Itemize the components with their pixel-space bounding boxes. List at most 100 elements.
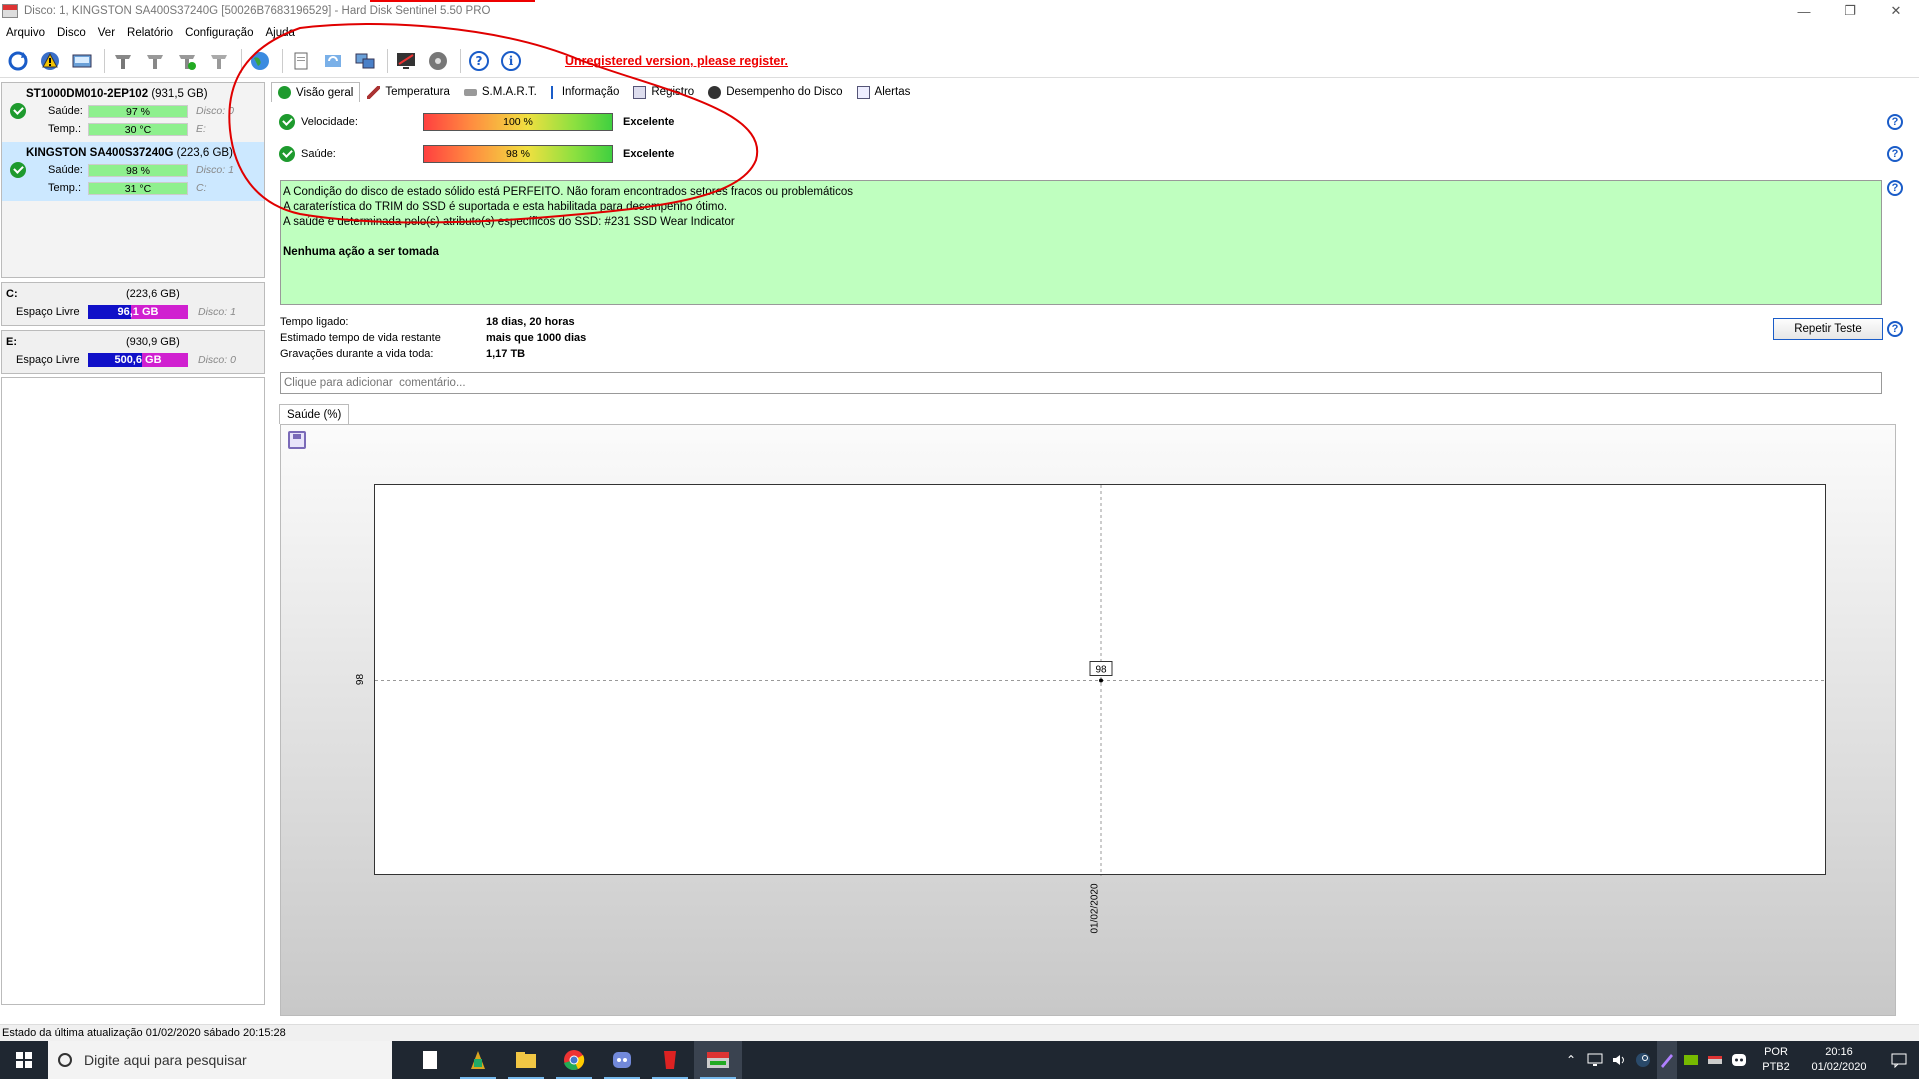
tab-smart[interactable]: S.M.A.R.T. — [457, 82, 544, 102]
menu-ajuda[interactable]: Ajuda — [259, 27, 300, 39]
chart-y-tick-label: 98 — [355, 673, 367, 685]
disk-name: ST1000DM010-2EP102 — [26, 88, 149, 100]
tray-volume-icon[interactable] — [1609, 1041, 1629, 1079]
taskbar-explorer-icon[interactable] — [502, 1041, 550, 1079]
free-space-value: 96,1 GB — [117, 306, 159, 318]
power-on-label: Tempo ligado: — [280, 316, 349, 328]
save-icon[interactable] — [288, 431, 306, 449]
health-chart-area: 98 98 01/02/2020 — [280, 424, 1896, 1016]
report-icon[interactable] — [68, 47, 96, 75]
document-icon[interactable] — [287, 47, 315, 75]
volume-c[interactable]: C: (223,6 GB) Espaço Livre 96,1 GB Disco… — [1, 282, 265, 326]
alert-icon[interactable] — [36, 47, 64, 75]
close-button[interactable]: ✕ — [1873, 0, 1919, 22]
disk-name: KINGSTON SA400S37240G — [26, 147, 174, 159]
menu-bar: Arquivo Disco Ver Relatório Configuração… — [0, 22, 1919, 44]
left-panel-empty — [1, 377, 265, 1005]
disk-card-1[interactable]: KINGSTON SA400S37240G (223,6 GB) Saúde: … — [2, 142, 264, 201]
volume-e[interactable]: E: (930,9 GB) Espaço Livre 500,6 GB Disc… — [1, 330, 265, 374]
menu-disco[interactable]: Disco — [51, 27, 92, 39]
tray-clock[interactable]: 20:16 01/02/2020 — [1799, 1045, 1879, 1075]
disk-size: (931,5 GB) — [151, 88, 208, 100]
writes-value: 1,17 TB — [486, 348, 526, 360]
disk-speed-icon[interactable] — [424, 47, 452, 75]
tab-informacao[interactable]: Informação — [544, 82, 627, 102]
writes-label: Gravações durante a vida toda: — [280, 348, 434, 360]
temp-label: Temp.: — [48, 123, 82, 135]
volume-size: (930,9 GB) — [126, 336, 180, 348]
report-help-icon[interactable]: ? — [1887, 180, 1903, 196]
windows-start-icon[interactable] — [0, 1041, 48, 1079]
disk-tool-1-icon[interactable] — [109, 47, 137, 75]
tray-steam-icon[interactable] — [1633, 1041, 1653, 1079]
health-bar: 98 % — [88, 163, 188, 177]
health-chart: 98 — [374, 484, 1827, 876]
tab-visao-geral[interactable]: Visão geral — [271, 82, 361, 102]
menu-ver[interactable]: Ver — [92, 27, 121, 39]
health-help-icon[interactable]: ? — [1887, 146, 1903, 162]
tray-nvidia-icon[interactable] — [1681, 1041, 1701, 1079]
check-icon — [278, 86, 291, 99]
taskbar-kingston-icon[interactable] — [646, 1041, 694, 1079]
taskbar-search-input[interactable]: Digite aqui para pesquisar — [48, 1041, 392, 1079]
tab-alertas[interactable]: Alertas — [850, 82, 918, 102]
notifications-icon[interactable] — [1879, 1041, 1919, 1079]
register-link[interactable]: Unregistered version, please register. — [565, 54, 788, 68]
search-placeholder: Digite aqui para pesquisar — [84, 1052, 247, 1068]
disk-tool-4-icon[interactable] — [205, 47, 233, 75]
tray-language[interactable]: POR PTB2 — [1753, 1045, 1799, 1075]
info-icon[interactable]: i — [497, 47, 525, 75]
tray-pen-icon[interactable] — [1657, 1041, 1677, 1079]
menu-relatorio[interactable]: Relatório — [121, 27, 179, 39]
tab-temperatura[interactable]: Temperatura — [360, 82, 457, 102]
app-icon — [2, 4, 18, 18]
comment-input[interactable] — [280, 372, 1882, 394]
chart-tab-saude[interactable]: Saúde (%) — [279, 404, 350, 424]
thermometer-icon — [367, 85, 381, 99]
tray-network-icon[interactable] — [1585, 1041, 1605, 1079]
taskbar-discord-icon[interactable] — [598, 1041, 646, 1079]
temp-bar: 31 °C — [88, 181, 188, 195]
svg-text:?: ? — [476, 54, 483, 68]
minimize-button[interactable]: — — [1781, 0, 1827, 22]
tray-app-icon[interactable] — [1705, 1041, 1725, 1079]
disk-card-0[interactable]: ST1000DM010-2EP102 (931,5 GB) Saúde: 97 … — [2, 83, 264, 142]
status-bar: Estado da última atualização 01/02/2020 … — [0, 1024, 1919, 1041]
menu-configuracao[interactable]: Configuração — [179, 27, 259, 39]
retest-button[interactable]: Repetir Teste — [1773, 318, 1883, 340]
check-icon — [10, 162, 26, 178]
report-line: A caraterística do TRIM do SSD é suporta… — [283, 201, 728, 213]
taskbar: Digite aqui para pesquisar ⌃ POR PTB2 20:… — [0, 1041, 1919, 1079]
taskbar-hdsentinel-icon[interactable] — [694, 1041, 742, 1079]
sync-icon[interactable] — [319, 47, 347, 75]
globe-icon[interactable] — [246, 47, 274, 75]
taskbar-app-icon[interactable] — [454, 1041, 502, 1079]
tab-bar: Visão geral Temperatura S.M.A.R.T. Infor… — [271, 82, 1911, 102]
alerts-icon — [856, 85, 870, 99]
free-space-bar: 96,1 GB — [88, 305, 188, 319]
svg-text:i: i — [509, 54, 514, 68]
volume-disk: Disco: 1 — [198, 306, 236, 318]
speedometer-icon — [708, 85, 722, 99]
restore-button[interactable]: ❐ — [1827, 0, 1873, 22]
health-label: Saúde: — [48, 164, 83, 176]
chart-svg: 98 — [375, 485, 1827, 876]
taskbar-notepad-icon[interactable] — [406, 1041, 454, 1079]
monitor-icon[interactable] — [392, 47, 420, 75]
tab-desempenho[interactable]: Desempenho do Disco — [701, 82, 849, 102]
retest-help-icon[interactable]: ? — [1887, 321, 1903, 337]
disk-tool-2-icon[interactable] — [141, 47, 169, 75]
window-title: Disco: 1, KINGSTON SA400S37240G [50026B7… — [24, 5, 491, 17]
tray-chevron-up-icon[interactable]: ⌃ — [1561, 1041, 1581, 1079]
menu-arquivo[interactable]: Arquivo — [0, 27, 51, 39]
refresh-icon[interactable] — [4, 47, 32, 75]
speed-help-icon[interactable]: ? — [1887, 114, 1903, 130]
taskbar-chrome-icon[interactable] — [550, 1041, 598, 1079]
chart-point — [1099, 678, 1103, 683]
tray-discord-icon[interactable] — [1729, 1041, 1749, 1079]
tab-registro[interactable]: Registro — [626, 82, 701, 102]
network-icon[interactable] — [351, 47, 379, 75]
disk-tool-3-icon[interactable] — [173, 47, 201, 75]
help-icon[interactable]: ? — [465, 47, 493, 75]
health-label: Saúde: — [48, 105, 83, 117]
